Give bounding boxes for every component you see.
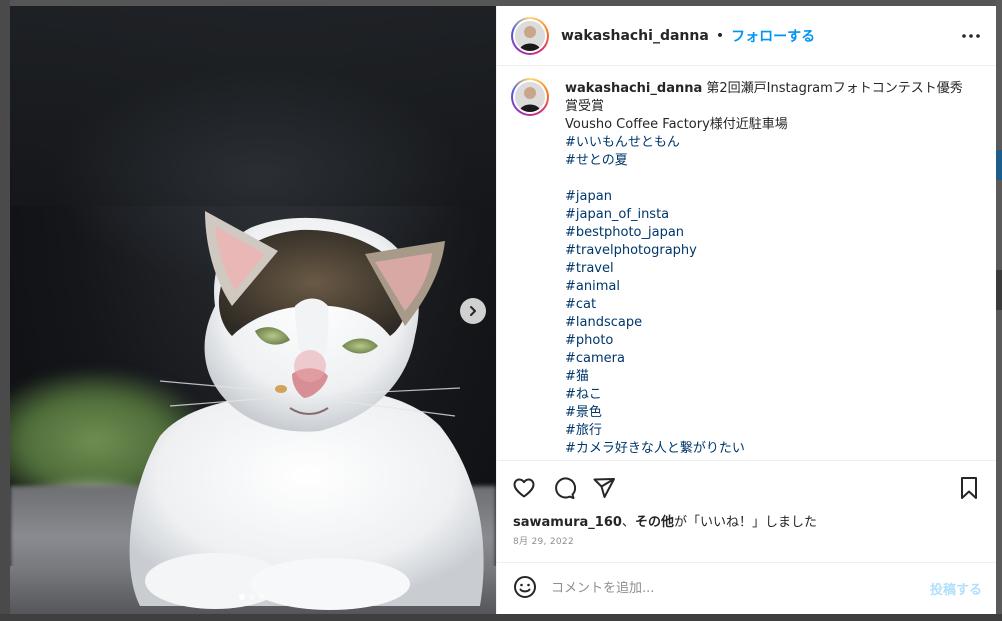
hashtag-link[interactable]: #いいもんせともん [565, 134, 975, 152]
liker-username[interactable]: sawamura_160 [513, 515, 622, 530]
avatar[interactable] [511, 16, 549, 55]
hashtag-link[interactable]: #bestphoto_japan [565, 224, 975, 242]
avatar[interactable] [511, 78, 549, 116]
likes-summary: sawamura_160、その他が「いいね！」しました [497, 514, 996, 532]
separator: • [715, 27, 725, 44]
emoji-icon[interactable] [513, 575, 537, 603]
next-slide-button[interactable] [460, 298, 486, 324]
hashtag-link[interactable]: #景色 [565, 404, 975, 422]
more-horizontal-icon[interactable] [962, 33, 980, 38]
hashtag-link[interactable]: #japan_of_insta [565, 206, 975, 224]
hashtag-link[interactable]: #ねこ [565, 386, 975, 404]
chevron-right-icon [467, 302, 479, 321]
carousel-dot [239, 594, 245, 600]
caption-area[interactable]: wakashachi_danna 第2回瀬戸Instagramフォトコンテスト優… [497, 66, 996, 460]
paper-plane-icon[interactable] [591, 475, 617, 501]
hashtag-link[interactable]: #landscape [565, 314, 975, 332]
carousel-dot [259, 594, 265, 600]
hashtag-link[interactable]: #photo [565, 332, 975, 350]
post-header: wakashachi_danna • フォローする [497, 6, 996, 66]
action-bar [497, 460, 996, 514]
post-username[interactable]: wakashachi_danna [561, 28, 709, 44]
backdrop[interactable] [0, 0, 10, 621]
post-photo[interactable] [10, 6, 496, 614]
carousel-dot [249, 594, 255, 600]
hashtag-link[interactable]: #camera [565, 350, 975, 368]
hashtag-link[interactable]: #カメラ好きな人と繋がりたい [565, 440, 975, 458]
bookmark-icon[interactable] [956, 475, 982, 501]
heart-icon[interactable] [511, 475, 537, 501]
post-modal: wakashachi_danna • フォローする wakashachi_dan… [10, 6, 996, 614]
caption-username[interactable]: wakashachi_danna [565, 81, 702, 96]
post-side-panel: wakashachi_danna • フォローする wakashachi_dan… [496, 6, 996, 614]
comment-icon[interactable] [551, 475, 577, 501]
backdrop[interactable] [0, 614, 1002, 621]
hashtag-link[interactable]: #猫 [565, 368, 975, 386]
likes-others-link[interactable]: その他 [635, 515, 674, 530]
caption-text: wakashachi_danna 第2回瀬戸Instagramフォトコンテスト優… [565, 80, 975, 460]
hashtag-link[interactable]: #travel [565, 260, 975, 278]
carousel-dots [239, 594, 265, 600]
cat-image [129, 211, 484, 610]
likes-joiner: 、 [621, 515, 635, 530]
hashtag-link[interactable]: #旅行 [565, 422, 975, 440]
post-comment-button[interactable]: 投稿する [930, 579, 982, 598]
hashtag-link[interactable]: #animal [565, 278, 975, 296]
comment-bar: 投稿する [497, 562, 996, 614]
hashtag-link[interactable]: #travelphotography [565, 242, 975, 260]
caption-location: Vousho Coffee Factory様付近駐車場 [565, 117, 788, 132]
likes-suffix: が「いいね！」しました [673, 515, 817, 530]
hashtag-link[interactable]: #せとの夏 [565, 152, 975, 170]
hashtag-link[interactable]: #cat [565, 296, 975, 314]
follow-button[interactable]: フォローする [731, 26, 815, 46]
post-date[interactable]: 8月 29, 2022 [497, 532, 996, 562]
backdrop[interactable] [996, 0, 1002, 621]
hashtag-link[interactable]: #japan [565, 188, 975, 206]
comment-input[interactable] [551, 581, 930, 596]
